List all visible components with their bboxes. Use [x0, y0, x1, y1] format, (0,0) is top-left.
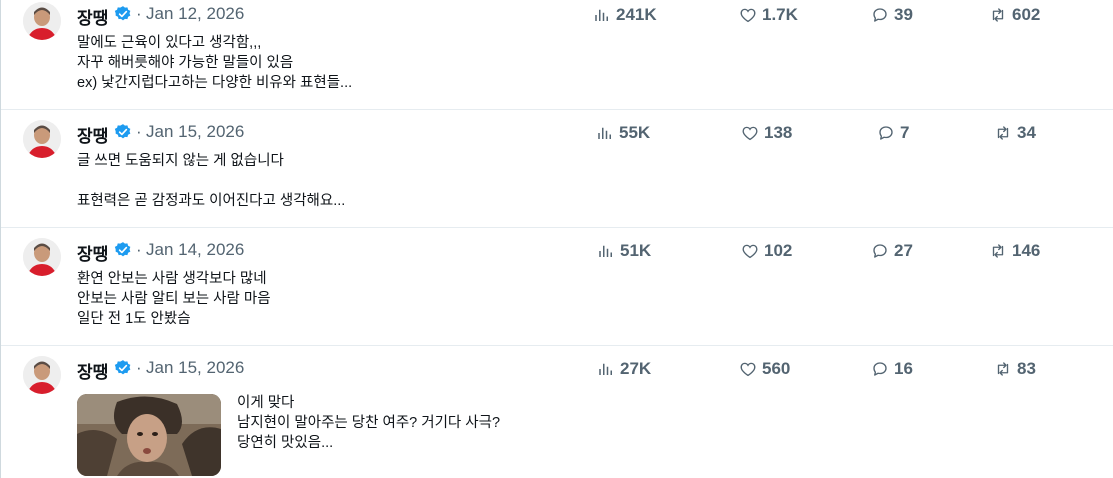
- repost-icon: [997, 126, 1009, 140]
- post-item[interactable]: 장땡 · Jan 14, 2026 환연 안보는 사람 생각보다 많네 안보는 …: [1, 236, 1113, 346]
- like-button[interactable]: 1.7K: [739, 4, 798, 26]
- like-count: 1.7K: [762, 5, 798, 24]
- repost-button[interactable]: 602: [989, 4, 1040, 26]
- verified-badge-icon: [114, 242, 131, 257]
- like-icon: [742, 126, 758, 141]
- separator: ·: [136, 4, 142, 23]
- repost-count: 602: [1012, 5, 1041, 24]
- repost-button[interactable]: 34: [994, 122, 1036, 144]
- reply-count: 16: [894, 359, 913, 378]
- repost-icon: [992, 244, 1004, 258]
- avatar[interactable]: [23, 238, 61, 276]
- verified-badge-icon: [114, 360, 131, 375]
- views-count: 55K: [619, 123, 651, 142]
- post-text: 말에도 근육이 있다고 생각함,,, 자꾸 해버릇해야 가능한 말들이 있음 e…: [77, 35, 353, 91]
- repost-count: 83: [1017, 359, 1036, 378]
- separator: ·: [136, 358, 142, 377]
- reply-button[interactable]: 27: [871, 240, 913, 262]
- post-text: 글 쓰면 도움되지 않는 게 없습니다 표현력은 곧 감정과도 이어진다고 생각…: [77, 153, 346, 209]
- views-icon: [599, 363, 612, 375]
- reply-icon: [879, 126, 893, 140]
- post-list: 장땡 · Jan 12, 2026 말에도 근육이 있다고 생각함,,, 자꾸 …: [0, 0, 1113, 478]
- repost-count: 146: [1012, 241, 1041, 260]
- views-stat[interactable]: 27K: [597, 358, 651, 380]
- repost-count: 34: [1017, 123, 1036, 142]
- like-count: 560: [762, 359, 791, 378]
- author-name[interactable]: 장땡: [77, 240, 108, 265]
- repost-button[interactable]: 83: [994, 358, 1036, 380]
- repost-icon: [997, 362, 1009, 376]
- like-button[interactable]: 560: [739, 358, 790, 380]
- repost-button[interactable]: 146: [989, 240, 1040, 262]
- like-icon: [740, 362, 756, 377]
- post-item[interactable]: 장땡 · Jan 15, 2026 이게 맞다 남지현이 말아주는 당찬 여주?…: [1, 354, 1113, 478]
- like-button[interactable]: 102: [741, 240, 792, 262]
- reply-button[interactable]: 39: [871, 4, 913, 26]
- post-date[interactable]: Jan 15, 2026: [146, 358, 244, 378]
- separator: ·: [136, 122, 142, 141]
- author-name[interactable]: 장땡: [77, 4, 108, 29]
- verified-badge-icon: [114, 6, 131, 21]
- post-text: 이게 맞다 남지현이 말아주는 당찬 여주? 거기다 사극? 당연히 맛있음..…: [237, 395, 501, 451]
- reply-icon: [873, 8, 887, 22]
- views-icon: [598, 127, 611, 139]
- author-name[interactable]: 장땡: [77, 358, 108, 383]
- views-count: 27K: [620, 359, 652, 378]
- post-item[interactable]: 장땡 · Jan 12, 2026 말에도 근육이 있다고 생각함,,, 자꾸 …: [1, 0, 1113, 110]
- post-date[interactable]: Jan 12, 2026: [146, 4, 244, 24]
- views-count: 241K: [616, 5, 657, 24]
- reply-button[interactable]: 16: [871, 358, 913, 380]
- post-item[interactable]: 장땡 · Jan 15, 2026 글 쓰면 도움되지 않는 게 없습니다 표현…: [1, 118, 1113, 228]
- views-count: 51K: [620, 241, 652, 260]
- reply-count: 7: [900, 123, 910, 142]
- avatar[interactable]: [23, 120, 61, 158]
- views-stat[interactable]: 241K: [593, 4, 657, 26]
- post-date[interactable]: Jan 14, 2026: [146, 240, 244, 260]
- avatar[interactable]: [23, 356, 61, 394]
- reply-icon: [873, 244, 887, 258]
- views-stat[interactable]: 51K: [597, 240, 651, 262]
- views-icon: [599, 245, 612, 257]
- post-date[interactable]: Jan 15, 2026: [146, 122, 244, 142]
- reply-count: 27: [894, 241, 913, 260]
- like-button[interactable]: 138: [741, 122, 792, 144]
- separator: ·: [136, 240, 142, 259]
- like-icon: [740, 8, 756, 23]
- author-name[interactable]: 장땡: [77, 122, 108, 147]
- reply-icon: [873, 362, 887, 376]
- post-image[interactable]: [77, 394, 221, 476]
- verified-badge-icon: [114, 124, 131, 139]
- reply-count: 39: [894, 5, 913, 24]
- like-icon: [742, 244, 758, 259]
- like-count: 138: [764, 123, 793, 142]
- avatar[interactable]: [23, 2, 61, 40]
- post-text: 환연 안보는 사람 생각보다 많네 안보는 사람 알티 보는 사람 마음 일단 …: [77, 271, 271, 327]
- reply-button[interactable]: 7: [877, 122, 909, 144]
- like-count: 102: [764, 241, 793, 260]
- repost-icon: [992, 8, 1004, 22]
- views-icon: [595, 9, 608, 21]
- views-stat[interactable]: 55K: [596, 122, 650, 144]
